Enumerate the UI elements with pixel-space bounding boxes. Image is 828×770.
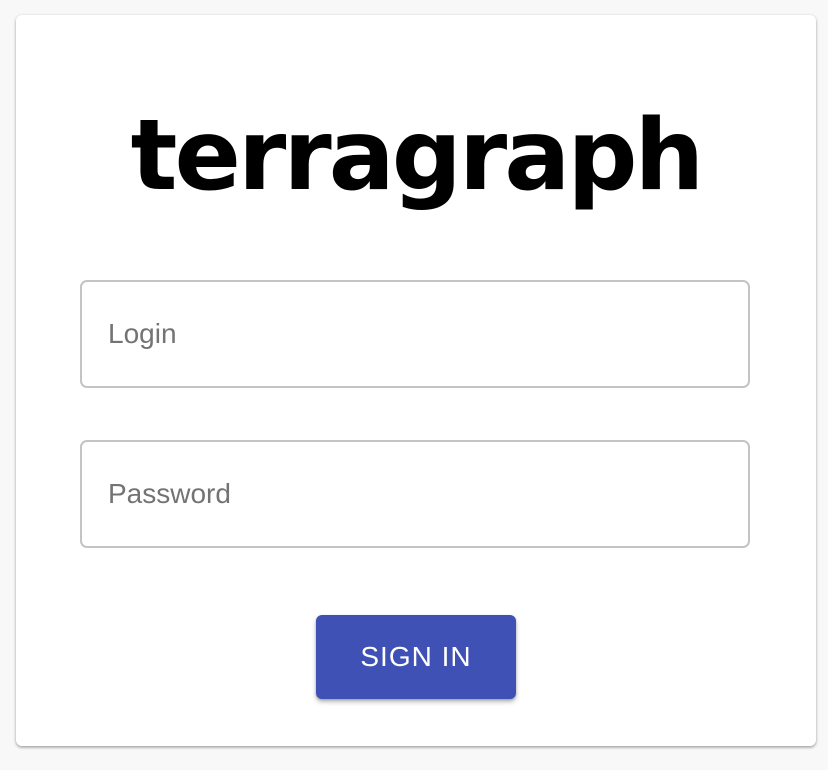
login-input[interactable] xyxy=(80,280,750,388)
terragraph-logo: terragraph xyxy=(130,99,705,213)
password-input[interactable] xyxy=(80,440,750,548)
sign-in-button[interactable]: SIGN IN xyxy=(316,615,516,699)
login-card: terragraph SIGN IN xyxy=(16,15,816,746)
